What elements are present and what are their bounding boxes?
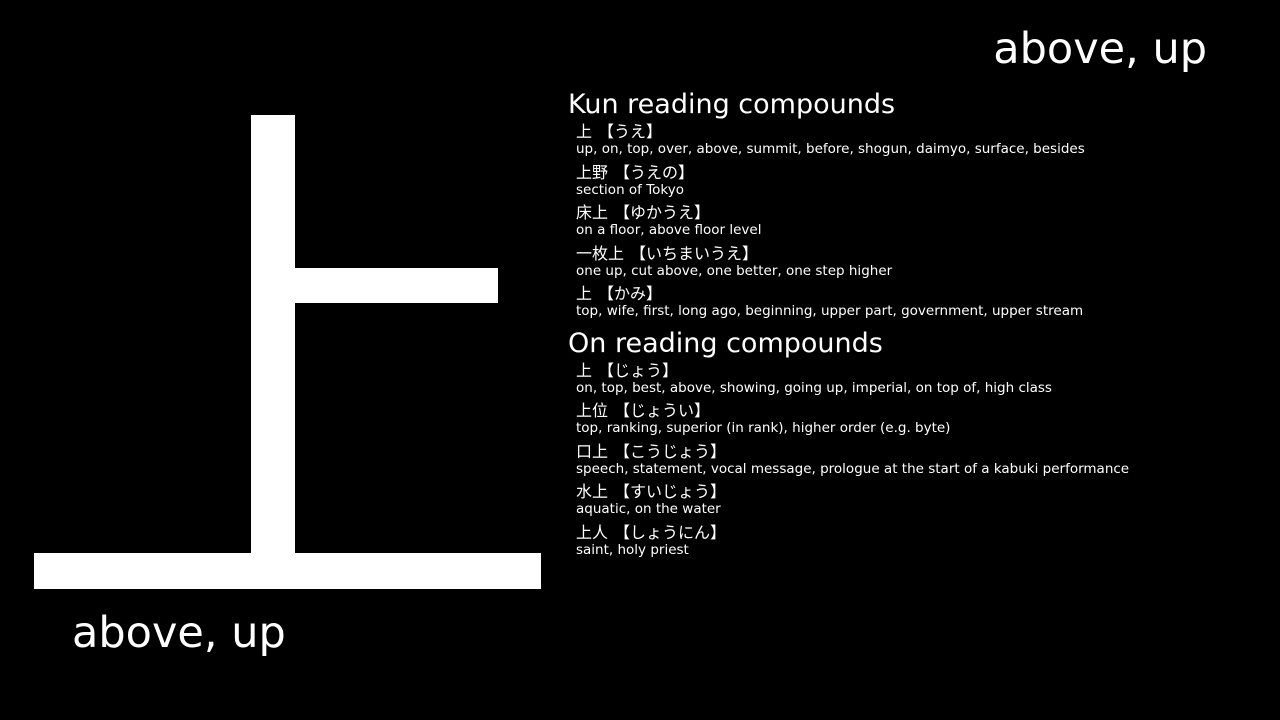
compound-word: 上人 (576, 522, 609, 542)
meaning-caption-bottom: above, up (72, 608, 286, 658)
kanji-stroke-base (34, 553, 541, 589)
on-compound-entry: 水上 【すいじょう】 aquatic, on the water (576, 482, 1258, 523)
compound-reading: 【しょうにん】 (614, 522, 727, 542)
compound-word: 口上 (576, 441, 609, 461)
compound-word: 上 (576, 360, 593, 380)
compound-gloss: section of Tokyo (576, 181, 685, 198)
kanji-stroke-vertical (251, 115, 295, 555)
compound-reading: 【こうじょう】 (614, 441, 727, 461)
compound-reading: 【すいじょう】 (614, 482, 727, 501)
kun-compound-list: 上【うえ】 up, on, top, over, above, summit, … (568, 122, 1258, 325)
compound-gloss: top, ranking, superior (in rank), higher… (576, 420, 951, 436)
kun-compound-entry: 上【うえ】 up, on, top, over, above, summit, … (576, 122, 1258, 163)
kun-compound-entry: 床上 【ゆかうえ】 on a floor, above floor level (576, 203, 1258, 244)
compound-gloss: on a floor, above floor level (576, 222, 762, 238)
compound-gloss: speech, statement, vocal message, prolog… (576, 460, 1130, 477)
compound-reading: 【かみ】 (598, 284, 663, 303)
kun-compound-entry: 一枚上 【いちまいうえ】 one up, cut above, one bette… (576, 244, 1258, 285)
compound-gloss: up, on, top, over, above, summit, before… (576, 141, 1085, 157)
on-compound-entry: 口上 【こうじょう】 speech, statement, vocal messa… (576, 442, 1258, 483)
compound-reading: 【うえの】 (614, 162, 695, 182)
compound-reading: 【ゆかうえ】 (614, 203, 711, 222)
compound-word: 床上 (576, 203, 609, 222)
kun-compound-entry: 上野 【うえの】 section of Tokyo (576, 163, 1258, 204)
compound-gloss: aquatic, on the water (576, 501, 721, 517)
kanji-stroke-arm (295, 268, 498, 303)
compound-word: 一枚上 (576, 243, 625, 263)
on-compound-entry: 上人 【しょうにん】 saint, holy priest (576, 523, 1258, 564)
compound-word: 上位 (576, 401, 609, 420)
on-section-heading: On reading compounds (568, 327, 883, 359)
compound-word: 水上 (576, 482, 609, 501)
compounds-panel: Kun reading compounds 上【うえ】 up, on, top,… (568, 88, 1258, 565)
compound-gloss: one up, cut above, one better, one step … (576, 262, 893, 279)
compound-word: 上 (576, 122, 593, 141)
meaning-title-top: above, up (993, 24, 1207, 74)
compound-word: 上 (576, 284, 593, 303)
on-compound-entry: 上位 【じょうい】 top, ranking, superior (in rank… (576, 401, 1258, 442)
kun-compound-entry: 上【かみ】 top, wife, first, long ago, beginn… (576, 284, 1258, 325)
compound-reading: 【いちまいうえ】 (630, 243, 759, 263)
compound-reading: 【じょう】 (598, 360, 679, 380)
on-compound-list: 上【じょう】 on, top, best, above, showing, go… (568, 361, 1258, 564)
compound-gloss: on, top, best, above, showing, going up,… (576, 379, 1052, 396)
compound-reading: 【じょうい】 (614, 401, 711, 420)
on-compound-entry: 上【じょう】 on, top, best, above, showing, go… (576, 361, 1258, 402)
kun-section-heading: Kun reading compounds (568, 89, 896, 120)
compound-gloss: saint, holy priest (576, 541, 689, 558)
compound-word: 上野 (576, 162, 609, 182)
compound-reading: 【うえ】 (598, 122, 663, 141)
compound-gloss: top, wife, first, long ago, beginning, u… (576, 303, 1084, 319)
